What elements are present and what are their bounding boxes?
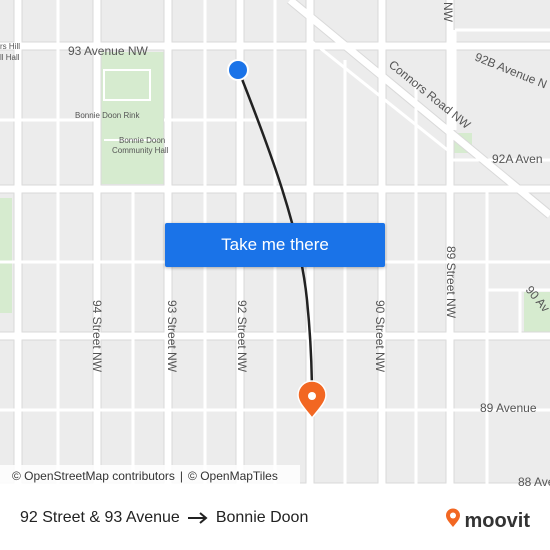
route-summary: 92 Street & 93 Avenue Bonnie Doon (20, 509, 308, 527)
attribution-separator: | (179, 469, 184, 483)
destination-marker-icon (297, 380, 327, 420)
openmaptiles-attribution-link[interactable]: © OpenMapTiles (188, 469, 278, 483)
take-me-there-button[interactable]: Take me there (165, 223, 385, 267)
osm-attribution-link[interactable]: © OpenStreetMap contributors (12, 469, 175, 483)
moovit-logo: moovit (445, 508, 530, 534)
origin-name: 92 Street & 93 Avenue (20, 509, 180, 526)
origin-marker (229, 61, 247, 79)
map-view[interactable]: 93 Avenue NW rs Hill ll Hall Connors Roa… (0, 0, 550, 490)
map-attribution: © OpenStreetMap contributors | © OpenMap… (0, 465, 300, 487)
destination-name: Bonnie Doon (215, 509, 309, 526)
take-me-there-label: Take me there (221, 235, 329, 254)
arrow-right-icon (186, 511, 210, 525)
moovit-pin-icon (445, 508, 461, 534)
moovit-wordmark: moovit (464, 509, 530, 532)
